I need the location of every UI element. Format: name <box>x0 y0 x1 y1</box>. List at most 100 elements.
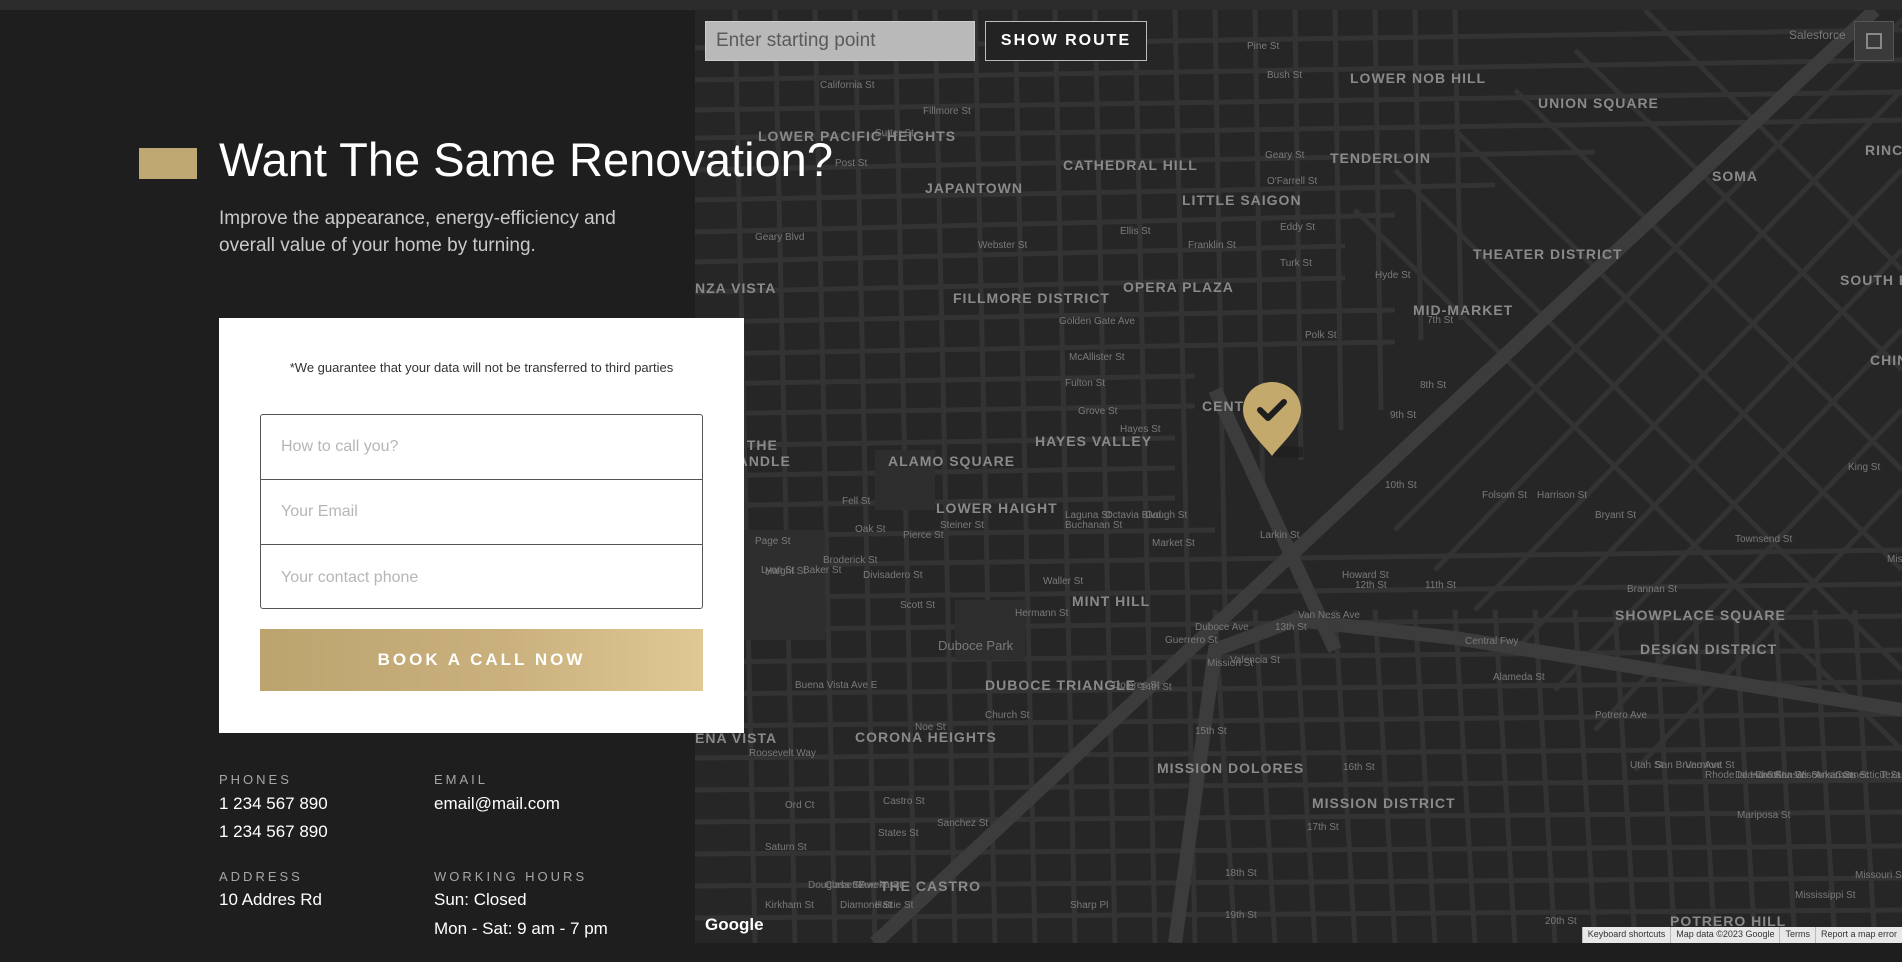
street-label: Laguna St <box>1065 510 1111 521</box>
report-error-link[interactable]: Report a map error <box>1814 927 1902 943</box>
street-label: Fell St <box>842 496 871 507</box>
email-value[interactable]: email@mail.com <box>434 794 560 814</box>
street-label: Eureka St <box>858 880 902 891</box>
district-label: UNION SQUARE <box>1538 95 1659 111</box>
street-label: Webster St <box>978 240 1028 251</box>
street-label: Texas St <box>1880 770 1902 781</box>
district-label: LOWER NOB HILL <box>1350 70 1487 86</box>
street-label: King St <box>1848 462 1881 473</box>
street-label: Polk St <box>1305 330 1337 341</box>
street-label: 17th St <box>1307 822 1339 833</box>
street-label: 7th St <box>1427 315 1454 326</box>
district-label: CHIN <box>1870 352 1902 368</box>
street-label: Eddy St <box>1280 222 1316 233</box>
street-label: Steiner St <box>940 520 984 531</box>
phone-value[interactable]: 1 234 567 890 <box>219 794 328 814</box>
street-label: Duboce Park <box>938 638 1014 653</box>
terms-link[interactable]: Terms <box>1779 927 1815 943</box>
street-label: Hyde St <box>1375 270 1411 281</box>
page-title: Want The Same Renovation? <box>219 133 833 186</box>
street-label: Hermann St <box>1015 608 1069 619</box>
location-pin-icon[interactable] <box>1241 380 1303 460</box>
district-label: DESIGN DISTRICT <box>1640 641 1778 657</box>
street-label: 18th St <box>1225 868 1257 879</box>
street-label: Bryant St <box>1595 510 1637 521</box>
book-call-button[interactable]: BOOK A CALL NOW <box>260 629 703 691</box>
street-label: Mariposa St <box>1737 810 1791 821</box>
map[interactable]: LOWER NOB HILL UNION SQUARE LOWER PACIFI… <box>695 10 1902 943</box>
street-label: Noe St <box>915 722 946 733</box>
street-label: Missouri St <box>1855 870 1902 881</box>
street-label: Guerrero St <box>1165 635 1218 646</box>
district-label: OPERA PLAZA <box>1123 279 1234 295</box>
map-footer: Keyboard shortcuts Map data ©2023 Google… <box>1581 927 1902 943</box>
working-hours-value: Sun: Closed <box>434 890 527 909</box>
district-label: LOWER HAIGHT <box>936 500 1058 516</box>
street-label: Buchanan St <box>1065 520 1123 531</box>
street-label: Bush St <box>1267 70 1303 81</box>
street-label: Baker St <box>803 565 842 576</box>
keyboard-shortcuts-link[interactable]: Keyboard shortcuts <box>1581 927 1671 943</box>
district-label: FILLMORE DISTRICT <box>953 290 1110 306</box>
street-label: Townsend St <box>1735 534 1793 545</box>
district-label: MISSION DOLORES <box>1157 760 1305 776</box>
map-data-label: Map data ©2023 Google <box>1670 927 1779 943</box>
district-label: LITTLE SAIGON <box>1182 192 1302 208</box>
street-label: Broderick St <box>823 555 878 566</box>
street-label: California St <box>820 80 875 91</box>
route-start-input[interactable]: Enter starting point <box>705 21 975 61</box>
street-label: Sutter St <box>875 128 914 139</box>
district-label: MINT HILL <box>1072 593 1151 609</box>
street-label: Hattie St <box>875 900 914 911</box>
district-label: THEATER DISTRICT <box>1473 246 1623 262</box>
street-label: Mission <box>1887 554 1902 565</box>
street-label: Sanchez St <box>937 818 989 829</box>
district-label: ALAMO SQUARE <box>888 453 1016 469</box>
phone-field[interactable]: Your contact phone <box>261 545 702 610</box>
fullscreen-icon <box>1866 33 1882 49</box>
district-label: SOUTH B <box>1840 272 1902 288</box>
street-label: 13th St <box>1275 622 1307 633</box>
street-label: Salesforce <box>1789 28 1846 42</box>
street-label: Oak St <box>855 524 886 535</box>
street-label: Kirkham St <box>765 900 814 911</box>
district-label: SHOWPLACE SQUARE <box>1615 607 1786 623</box>
street-label: Turk St <box>1280 258 1312 269</box>
street-label: Pierce St <box>903 530 944 541</box>
show-route-button[interactable]: SHOW ROUTE <box>985 21 1147 61</box>
street-label: Franklin St <box>1188 240 1236 251</box>
title-accent-bar <box>139 148 197 179</box>
street-label: Duboce Ave <box>1195 622 1249 633</box>
street-label: Alameda St <box>1493 672 1545 683</box>
district-label: NZA VISTA <box>695 280 777 296</box>
top-bar <box>0 0 1902 10</box>
district-label: MISSION DISTRICT <box>1312 795 1456 811</box>
street-label: States St <box>878 828 919 839</box>
phone-value[interactable]: 1 234 567 890 <box>219 822 328 842</box>
district-label: SOMA <box>1712 168 1758 184</box>
email-label: EMAIL <box>434 772 489 787</box>
street-label: 9th St <box>1390 410 1417 421</box>
street-label: 10th St <box>1385 480 1417 491</box>
street-label: Grove St <box>1078 406 1118 417</box>
fullscreen-button[interactable] <box>1854 21 1894 61</box>
street-label: Castro St <box>883 796 925 807</box>
street-label: Harrison St <box>1537 490 1588 501</box>
district-label: RINC <box>1865 142 1902 158</box>
street-label: Scott St <box>900 600 936 611</box>
street-label: Hayes St <box>1120 424 1161 435</box>
street-label: 20th St <box>1545 916 1577 927</box>
street-label: Church St <box>985 710 1030 721</box>
street-label: Potrero Ave <box>1595 710 1648 721</box>
street-label: Market St <box>1152 538 1195 549</box>
name-field[interactable]: How to call you? <box>261 415 702 480</box>
form-fields: How to call you? Your Email Your contact… <box>260 414 703 609</box>
street-label: Douglass St <box>808 880 862 891</box>
street-label: Folsom St <box>1482 490 1528 501</box>
street-label: McAllister St <box>1069 352 1125 363</box>
google-logo: Google <box>705 915 764 934</box>
email-field[interactable]: Your Email <box>261 480 702 545</box>
street-label: Buena Vista Ave E <box>795 680 878 691</box>
district-label: HAYES VALLEY <box>1035 433 1153 449</box>
street-label: Geary St <box>1265 150 1305 161</box>
